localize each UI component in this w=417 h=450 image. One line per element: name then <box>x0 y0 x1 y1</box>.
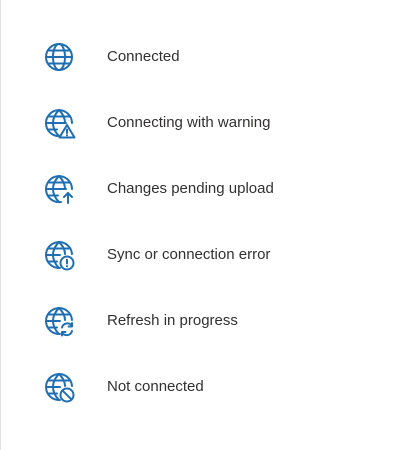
status-item-warning: Connecting with warning <box>0 103 417 143</box>
status-item-error: Sync or connection error <box>0 235 417 275</box>
status-item-refresh: Refresh in progress <box>0 301 417 341</box>
status-label: Connecting with warning <box>107 114 271 131</box>
globe-icon <box>42 40 76 74</box>
globe-blocked-icon <box>42 370 76 404</box>
globe-warning-icon <box>42 106 76 140</box>
status-item-not-connected: Not connected <box>0 367 417 407</box>
status-label: Sync or connection error <box>107 246 271 263</box>
status-item-connected: Connected <box>0 37 417 77</box>
status-label: Not connected <box>107 378 204 395</box>
globe-upload-icon <box>42 172 76 206</box>
connection-status-legend: Connected Connecting with warning Change… <box>0 0 417 450</box>
status-item-pending-upload: Changes pending upload <box>0 169 417 209</box>
status-label: Refresh in progress <box>107 312 238 329</box>
status-label: Changes pending upload <box>107 180 274 197</box>
status-label: Connected <box>107 48 180 65</box>
globe-error-icon <box>42 238 76 272</box>
globe-refresh-icon <box>42 304 76 338</box>
